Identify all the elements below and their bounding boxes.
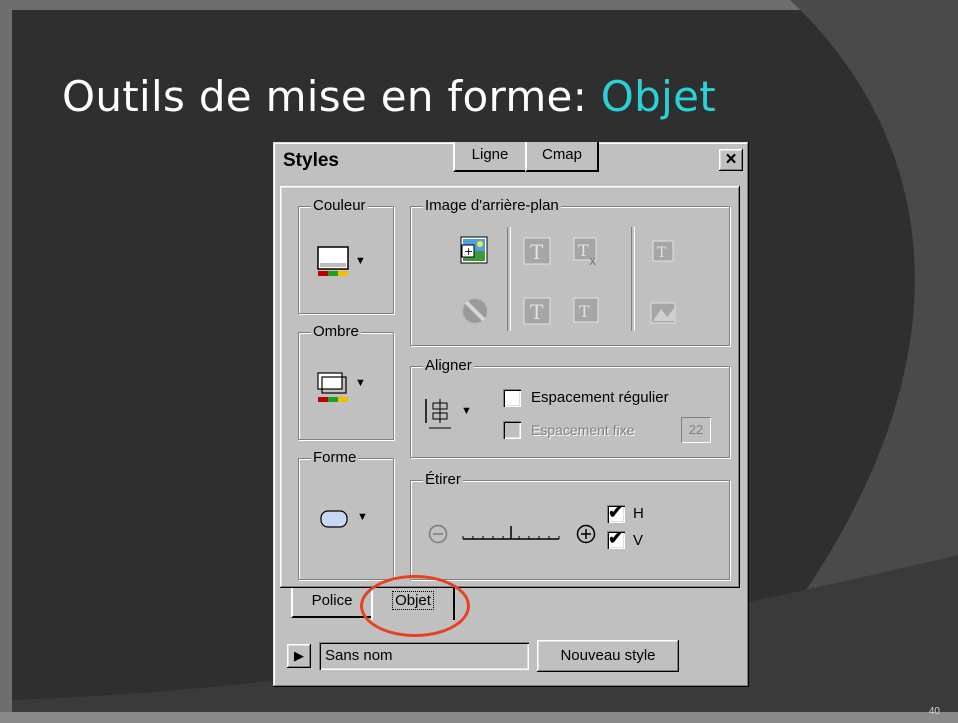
stretch-icon xyxy=(650,302,676,324)
etirer-v-checkbox[interactable]: ✔ xyxy=(607,528,625,549)
espacement-fixe-checkbox xyxy=(503,421,521,439)
espacement-regulier-label: Espacement régulier xyxy=(531,389,669,406)
objet-tab-highlight-circle xyxy=(360,575,470,637)
group-aligner: Aligner ▼ Espacement régulier Espacement… xyxy=(410,357,730,458)
toolbar-separator xyxy=(507,227,511,331)
etirer-h-label: H xyxy=(633,505,644,522)
svg-text:T: T xyxy=(657,245,667,261)
group-ombre-label: Ombre xyxy=(311,323,361,341)
etirer-v-label: V xyxy=(633,532,644,549)
svg-text:T: T xyxy=(530,240,544,264)
chevron-down-icon[interactable]: ▼ xyxy=(355,377,366,389)
group-aligner-label: Aligner xyxy=(423,357,474,375)
slide-title-text: Outils de mise en forme: xyxy=(62,72,601,121)
group-etirer: Étirer ✔ H ✔ V xyxy=(410,471,730,580)
tab-ligne[interactable]: Ligne xyxy=(453,142,527,172)
group-forme-label: Forme xyxy=(311,449,359,467)
styles-window: Styles × Couleur ▼ Ombre ▼ Forme ▼ Image… xyxy=(273,142,749,687)
svg-text:T: T xyxy=(530,300,544,324)
espacement-fixe-label: Espacement fixe xyxy=(531,422,635,438)
tab-panel-objet: Couleur ▼ Ombre ▼ Forme ▼ Image d'arrièr… xyxy=(280,186,740,588)
shadow-swatch-icon[interactable] xyxy=(317,371,351,405)
group-ombre: Ombre ▼ xyxy=(298,323,394,440)
svg-text:T: T xyxy=(578,241,589,260)
align-icon[interactable] xyxy=(421,397,461,433)
background-image-icon[interactable]: + xyxy=(459,235,491,267)
tile-icon: T xyxy=(523,297,551,325)
espacement-fixe-input: 22 xyxy=(681,417,711,443)
zoom-in-icon[interactable] xyxy=(575,523,597,545)
tile-icon: T xyxy=(523,237,551,265)
position-icon: T xyxy=(573,297,599,323)
slide-title-accent: Objet xyxy=(600,72,716,121)
slide-title: Outils de mise en forme: Objet xyxy=(62,72,716,121)
checkmark-icon: ✔ xyxy=(608,528,624,548)
toolbar-separator xyxy=(631,227,635,331)
play-arrow-icon[interactable]: ▶ xyxy=(287,644,311,668)
tab-cmap[interactable]: Cmap xyxy=(525,142,599,172)
stretch-slider[interactable] xyxy=(461,523,561,543)
page-number: 40 xyxy=(928,706,940,717)
shape-icon[interactable] xyxy=(319,507,351,531)
svg-text:T: T xyxy=(579,302,590,321)
window-title: Styles xyxy=(283,150,339,171)
svg-text:x: x xyxy=(589,254,596,267)
group-couleur: Couleur ▼ xyxy=(298,197,394,314)
position-icon: Tx xyxy=(573,237,597,267)
group-etirer-label: Étirer xyxy=(423,471,463,489)
chevron-down-icon[interactable]: ▼ xyxy=(461,405,472,417)
checkmark-icon: ✔ xyxy=(608,502,624,522)
close-icon[interactable]: × xyxy=(719,149,743,171)
group-couleur-label: Couleur xyxy=(311,197,368,215)
chevron-down-icon[interactable]: ▼ xyxy=(357,511,368,523)
style-name-field[interactable]: Sans nom xyxy=(319,642,529,670)
no-image-icon xyxy=(461,297,489,325)
group-image-arriere-plan: Image d'arrière-plan + T T Tx T T xyxy=(410,197,730,346)
svg-text:+: + xyxy=(464,245,473,258)
espacement-regulier-checkbox[interactable] xyxy=(503,389,521,407)
group-image-label: Image d'arrière-plan xyxy=(423,197,561,215)
zoom-out-icon[interactable] xyxy=(427,523,449,545)
color-swatch-icon[interactable] xyxy=(317,245,351,279)
etirer-h-checkbox[interactable]: ✔ xyxy=(607,502,625,523)
new-style-button[interactable]: Nouveau style xyxy=(537,640,679,672)
stretch-icon: T xyxy=(652,240,674,262)
chevron-down-icon[interactable]: ▼ xyxy=(355,255,366,267)
group-forme: Forme ▼ xyxy=(298,449,394,580)
